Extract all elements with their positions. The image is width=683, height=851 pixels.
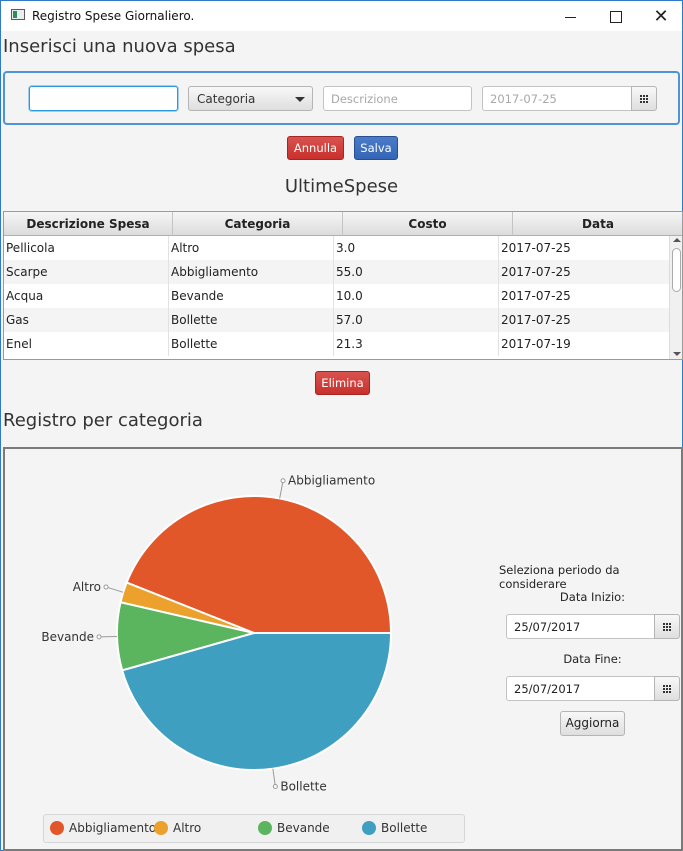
period-prompt: Seleziona periodo da considerare [499,563,620,591]
pie-label-line [105,586,124,593]
end-date-label: Data Fine: [563,652,622,666]
legend-label: Altro [173,821,202,835]
legend-swatch [362,821,376,835]
calendar-icon [663,685,672,693]
legend-swatch [258,821,272,835]
pie-label-line [279,480,284,499]
pie-label-anchor [103,584,109,590]
pie-label: Altro [73,580,101,594]
pie-label: Bevande [41,630,94,644]
end-date-picker-button[interactable] [654,676,680,701]
start-date-label: Data Inizio: [559,590,626,604]
pie-label-anchor [96,634,102,640]
start-date-field[interactable]: 25/07/2017 [506,614,655,639]
start-date-picker-button[interactable] [654,614,680,639]
chart-legend: Abbigliamento Altro Bevande Bollette [43,814,465,843]
pie-label: Abbigliamento [288,474,375,488]
pie-label: Bollette [280,780,326,794]
end-date-field[interactable]: 25/07/2017 [506,676,655,701]
legend-label: Bevande [277,821,330,835]
refresh-button[interactable]: Aggiorna [560,711,625,736]
pie-label-line [272,768,276,787]
calendar-icon [663,623,672,631]
legend-swatch [50,821,64,835]
legend-label: Abbigliamento [69,821,157,835]
pie-label-anchor [280,478,286,484]
pie-label-anchor [272,784,278,790]
legend-swatch [154,821,168,835]
legend-label: Bollette [381,821,428,835]
